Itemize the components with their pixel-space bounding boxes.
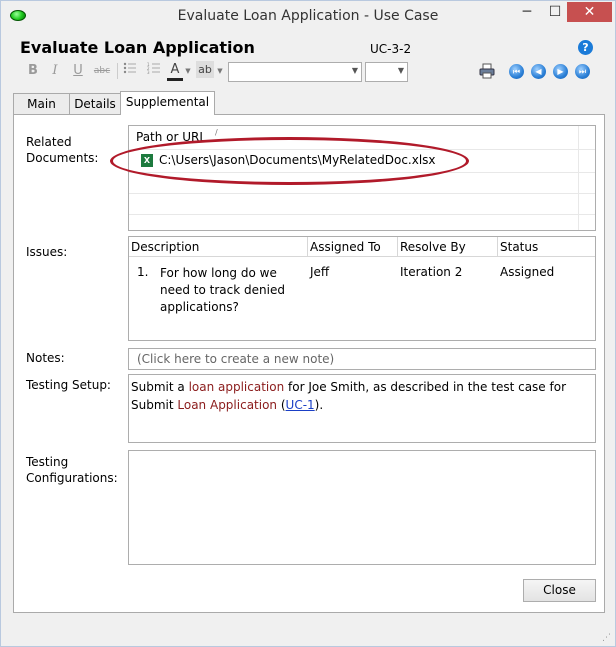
testing-setup-text-part: ). [314,398,324,412]
assigned-to-column-header: Assigned To [308,237,398,257]
title-bar: Evaluate Loan Application - Use Case ─ ☐… [1,1,615,32]
font-size-select[interactable]: ▼ [365,62,408,82]
grid-column-divider [578,126,579,230]
issue-assigned-to: Jeff [310,265,330,279]
close-window-button[interactable]: ✕ [567,2,612,22]
font-family-select[interactable]: ▼ [228,62,362,82]
highlight-button[interactable]: ab [196,61,214,78]
help-icon[interactable]: ? [578,40,593,55]
sort-ascending-icon: / [215,128,218,137]
testing-configurations-label: Testing Configurations: [26,455,118,485]
close-button[interactable]: Close [523,579,596,602]
grid-row-divider [129,214,595,215]
printer-icon[interactable] [479,63,495,79]
font-color-button[interactable]: A [167,61,183,81]
next-record-button[interactable]: ▶ [553,64,568,79]
tab-details[interactable]: Details [69,93,121,115]
notes-input[interactable]: (Click here to create a new note) [128,348,596,370]
chevron-down-icon: ▼ [351,66,358,75]
underline-button[interactable]: U [71,61,85,81]
last-record-button[interactable]: ⏭ [575,64,590,79]
testing-setup-label: Testing Setup: [26,378,111,392]
font-color-dropdown-icon[interactable]: ▼ [184,61,192,81]
grid-row-divider [129,193,595,194]
previous-record-button[interactable]: ◀ [531,64,546,79]
related-documents-label: Related Documents: [26,135,99,165]
status-column-header: Status [498,237,595,257]
use-case-id: UC-3-2 [370,42,412,56]
minimize-button[interactable]: ─ [514,2,540,22]
bold-button[interactable]: B [26,61,40,81]
resolve-by-column-header: Resolve By [398,237,498,257]
issues-label: Issues: [26,245,68,259]
testing-setup-text[interactable]: Submit a loan application for Joe Smith,… [128,374,596,443]
testing-configurations-input[interactable] [128,450,596,565]
loan-application-link[interactable]: loan application [189,380,285,394]
annotation-ellipse [110,137,469,185]
highlight-dropdown-icon[interactable]: ▼ [216,61,224,81]
strikethrough-button[interactable]: abc [91,61,113,81]
issue-description: For how long do we need to track denied … [160,266,285,314]
numbered-list-icon[interactable]: 123 [146,61,162,81]
chevron-down-icon: ▼ [397,66,404,75]
loan-application-term-link[interactable]: Loan Application [177,398,277,412]
use-case-window: Evaluate Loan Application - Use Case ─ ☐… [0,0,616,647]
toolbar-separator [117,63,118,79]
issue-number: 1. [137,265,149,279]
description-column-header: Description [129,237,308,257]
maximize-button[interactable]: ☐ [542,2,568,22]
tab-supplemental[interactable]: Supplemental [120,91,215,115]
first-record-button[interactable]: ⏮ [509,64,524,79]
testing-setup-text-part: ( [277,398,286,412]
uc-1-link[interactable]: UC-1 [286,398,315,412]
page-title: Evaluate Loan Application [20,38,255,57]
bullet-list-icon[interactable] [122,61,138,81]
tab-main[interactable]: Main [13,93,70,115]
issues-grid[interactable]: Description Assigned To Resolve By Statu… [128,236,596,341]
notes-label: Notes: [26,351,65,365]
issue-resolve-by: Iteration 2 [400,265,463,279]
svg-text:3: 3 [147,70,150,75]
resize-grip-icon[interactable]: ⋰ [602,633,612,643]
italic-button[interactable]: I [48,61,62,81]
issue-status: Assigned [500,265,555,279]
testing-setup-text-part: Submit a [131,380,189,394]
